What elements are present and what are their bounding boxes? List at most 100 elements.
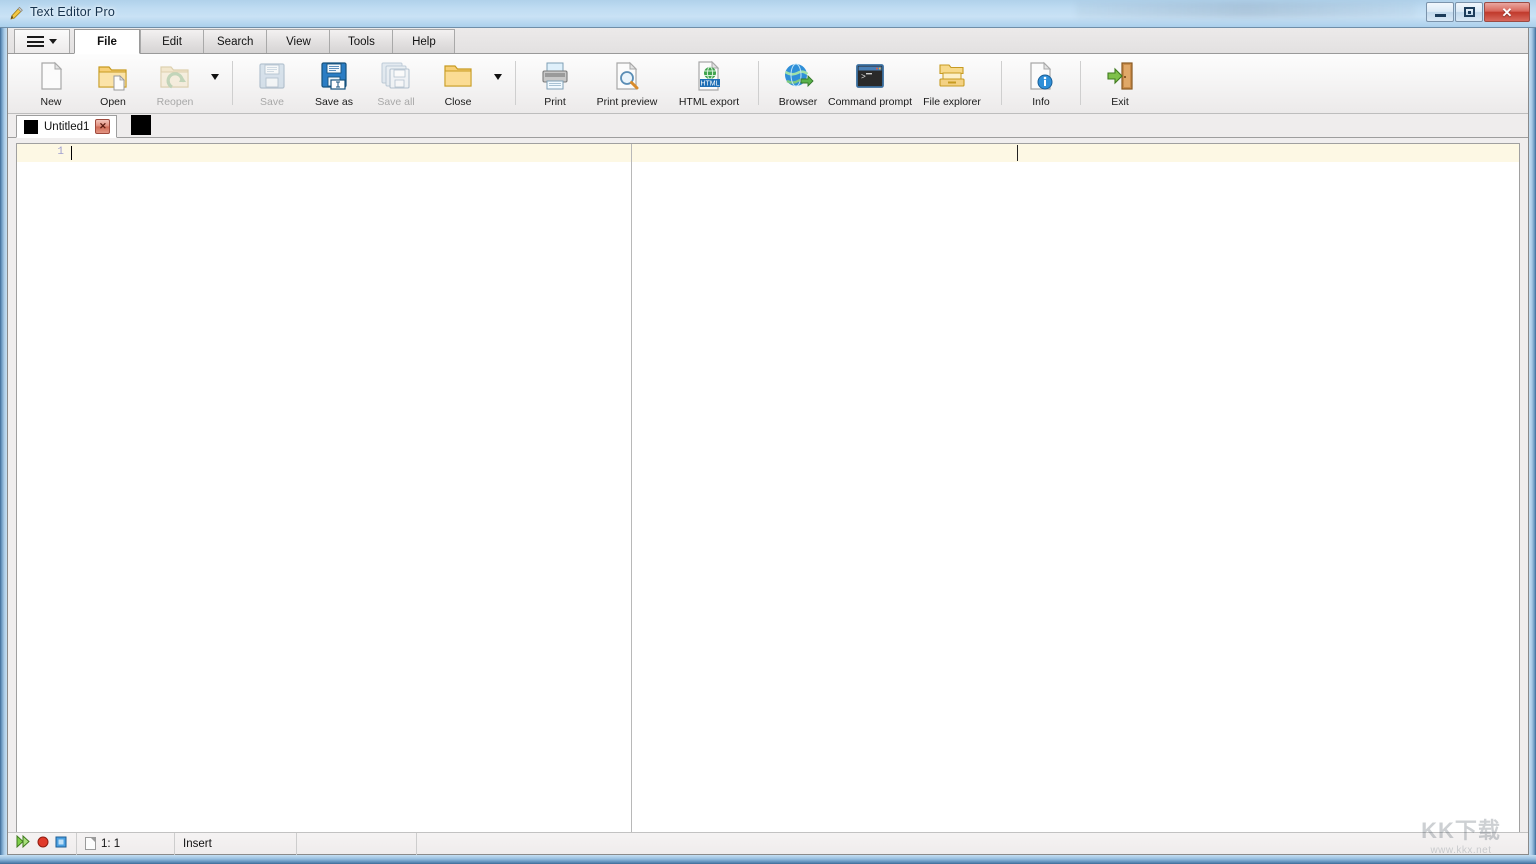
status-position-panel: 1: 1 [76,833,174,855]
toolbar-label-new: New [40,96,61,108]
html-export-icon: HTML [693,60,725,92]
main-menu-button[interactable] [14,29,70,53]
column-marker-tick [1017,145,1018,161]
document-tab-bar: Untitled1 ✕ [8,114,1528,138]
document-position-icon [85,837,96,850]
new-document-icon [35,60,67,92]
pencil-icon [8,6,24,22]
document-tab-close-icon[interactable]: ✕ [95,119,110,134]
window-border-right [1529,0,1536,864]
toolbar-separator-5 [1080,61,1081,105]
print-preview-icon [611,60,643,92]
window-border-left [0,0,7,864]
toolbar-label-file-explorer: File explorer [923,96,981,108]
toolbar-label-print-preview: Print preview [597,96,658,108]
status-insert-mode-text: Insert [183,838,212,850]
window-border-bottom [0,855,1536,864]
toolbar-separator-3 [758,61,759,105]
restore-icon [1464,7,1475,17]
toolbar-label-save: Save [260,96,284,108]
current-line-highlight [17,144,1519,162]
ribbon-tab-edit[interactable]: Edit [140,29,203,53]
application-window: Text Editor Pro ✕ File Edit Search View [0,0,1536,864]
open-folder-icon [97,60,129,92]
toolbar-separator [232,61,233,105]
toolbar-button-save[interactable]: Save [241,57,303,111]
toolbar-label-command-prompt: Command prompt [828,96,912,108]
macro-record-icon[interactable] [37,835,49,853]
document-tab-untitled1[interactable]: Untitled1 ✕ [16,115,117,138]
toolbar-separator-2 [515,61,516,105]
toolbar-label-html-export: HTML export [679,96,739,108]
ribbon-tab-file[interactable]: File [74,29,140,54]
status-panel-4 [296,833,416,855]
macro-stop-icon[interactable] [55,835,67,853]
toolbar-button-command-prompt[interactable]: > Command prompt [829,57,911,111]
ribbon-tab-search[interactable]: Search [203,29,266,53]
toolbar-button-info[interactable]: Info [1010,57,1072,111]
document-tab-label: Untitled1 [44,121,89,133]
floppy-save-as-icon [318,60,350,92]
ribbon-tab-strip: File Edit Search View Tools Help [8,28,1528,54]
status-panel-5 [416,833,1316,855]
close-dropdown-arrow[interactable] [489,57,507,111]
toolbar-label-close: Close [445,96,472,108]
status-insert-mode-panel[interactable]: Insert [174,833,296,855]
toolbar-separator-4 [1001,61,1002,105]
minimize-button[interactable] [1426,2,1454,22]
margin-guide-line [631,144,632,832]
close-button[interactable]: ✕ [1484,2,1530,22]
toolbar-button-save-as[interactable]: Save as [303,57,365,111]
toolbar-button-browser[interactable]: Browser [767,57,829,111]
toolbar-label-print: Print [544,96,566,108]
toolbar-label-save-all: Save all [377,96,414,108]
floppy-save-icon [256,60,288,92]
toolbar-label-browser: Browser [779,96,818,108]
toolbar-label-open: Open [100,96,126,108]
ribbon-tab-help[interactable]: Help [392,29,455,53]
window-title: Text Editor Pro [30,5,115,19]
text-editor-area[interactable]: 1 [16,143,1520,833]
toolbar-button-open[interactable]: Open [82,57,144,111]
restore-button[interactable] [1455,2,1483,22]
toolbar-label-reopen: Reopen [157,96,194,108]
toolbar-button-close[interactable]: Close [427,57,489,111]
toolbar-label-exit: Exit [1111,96,1129,108]
toolbar-button-new[interactable]: New [20,57,82,111]
line-number: 1 [57,146,64,158]
toolbar-label-save-as: Save as [315,96,353,108]
status-bar: 1: 1 Insert [8,832,1528,854]
svg-text:>: > [861,73,866,82]
status-position-text: 1: 1 [101,838,120,850]
new-tab-button[interactable] [131,115,151,135]
ribbon-tab-tools[interactable]: Tools [329,29,392,53]
ribbon-tab-view[interactable]: View [266,29,329,53]
close-folder-icon [442,60,474,92]
toolbar-button-save-all[interactable]: Save all [365,57,427,111]
toolbar-button-print[interactable]: Print [524,57,586,111]
minimize-icon [1435,14,1446,17]
toolbar-button-reopen[interactable]: Reopen [144,57,206,111]
printer-icon [539,60,571,92]
reopen-dropdown-arrow[interactable] [206,57,224,111]
macro-controls [8,835,76,853]
client-area: File Edit Search View Tools Help New [7,28,1529,855]
toolbar-button-exit[interactable]: Exit [1089,57,1151,111]
aero-glass-blur [1076,2,1416,18]
hamburger-icon [27,36,44,47]
floppy-save-all-icon [380,60,412,92]
toolbar-button-file-explorer[interactable]: File explorer [911,57,993,111]
macro-play-icon[interactable] [16,835,31,853]
reopen-folder-icon [159,60,191,92]
chevron-down-icon [49,39,57,44]
line-number-gutter: 1 [17,144,70,832]
toolbar-button-print-preview[interactable]: Print preview [586,57,668,111]
ribbon-toolbar: New Open [8,54,1528,114]
document-tab-icon [24,120,38,134]
toolbar-label-info: Info [1032,96,1050,108]
window-controls: ✕ [1426,2,1530,22]
title-bar[interactable]: Text Editor Pro ✕ [0,0,1536,28]
text-caret [71,146,72,160]
toolbar-button-html-export[interactable]: HTML HTML export [668,57,750,111]
info-document-icon [1025,60,1057,92]
